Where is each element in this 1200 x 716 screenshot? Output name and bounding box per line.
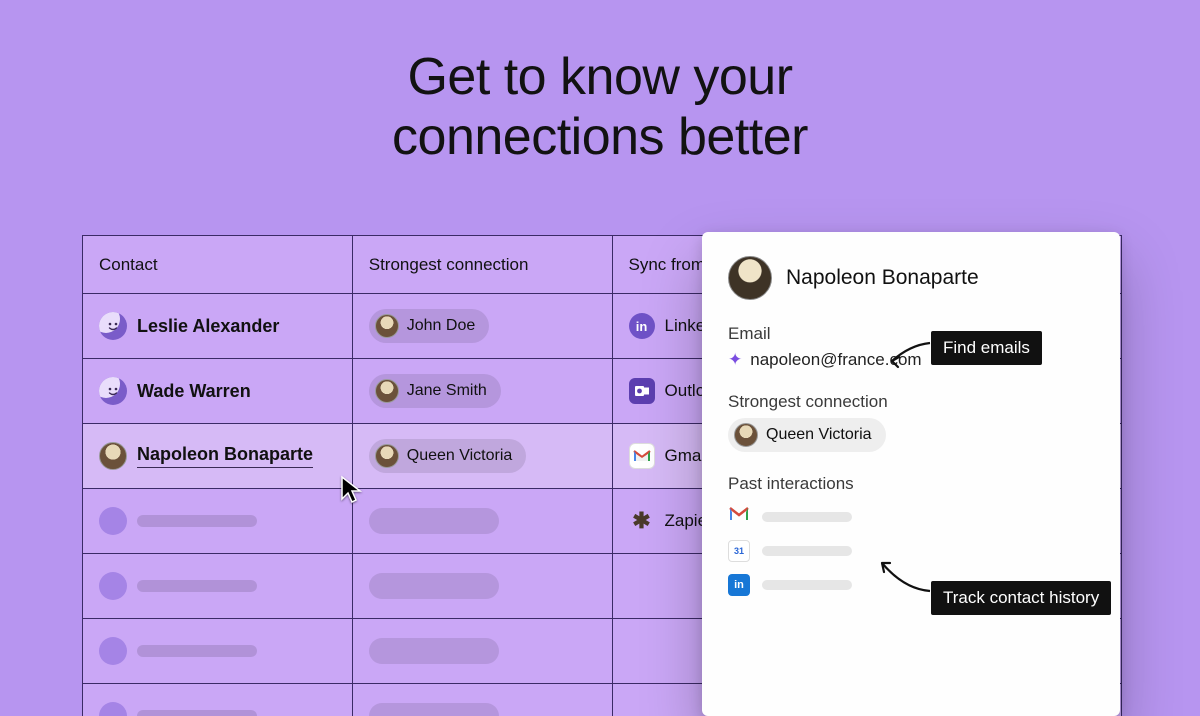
page-headline: Get to know your connections better (0, 0, 1200, 168)
col-header-contact: Contact (83, 236, 353, 293)
placeholder-text (762, 580, 852, 590)
smiley-avatar-icon (99, 377, 127, 405)
zapier-icon: ✱ (629, 508, 655, 534)
placeholder-text (762, 512, 852, 522)
contact-detail-panel: Napoleon Bonaparte Email ✦ napoleon@fran… (702, 232, 1120, 716)
person-avatar-icon (375, 444, 399, 468)
placeholder-text (137, 515, 257, 527)
gmail-icon (629, 443, 655, 469)
smiley-avatar-icon (99, 312, 127, 340)
placeholder-text (137, 710, 257, 716)
person-avatar-icon (375, 314, 399, 338)
connection-name: John Doe (407, 317, 476, 335)
placeholder-text (137, 580, 257, 592)
placeholder-avatar-icon (99, 637, 127, 665)
headline-line-2: connections better (392, 108, 808, 166)
panel-connection-chip[interactable]: Queen Victoria (728, 418, 886, 452)
google-calendar-icon: 31 (728, 540, 750, 562)
outlook-icon (629, 378, 655, 404)
sparkle-icon: ✦ (728, 350, 742, 370)
linkedin-icon: in (728, 574, 750, 596)
arrow-icon (882, 337, 932, 369)
contact-name: Napoleon Bonaparte (137, 444, 313, 468)
panel-connection-name: Queen Victoria (766, 426, 872, 444)
connection-chip[interactable]: Jane Smith (369, 374, 501, 408)
callout-find-emails: Find emails (931, 331, 1042, 365)
placeholder-chip (369, 638, 499, 664)
headline-line-1: Get to know your (407, 48, 792, 106)
connection-chip[interactable]: Queen Victoria (369, 439, 527, 473)
placeholder-text (762, 546, 852, 556)
panel-avatar-icon (728, 256, 772, 300)
connection-name: Jane Smith (407, 382, 487, 400)
past-interaction-item[interactable] (728, 506, 1094, 528)
contact-name: Leslie Alexander (137, 316, 279, 337)
person-avatar-icon (375, 379, 399, 403)
panel-contact-name: Napoleon Bonaparte (786, 266, 979, 290)
gmail-icon (728, 506, 750, 528)
callout-track-history: Track contact history (931, 581, 1111, 615)
connection-label: Strongest connection (728, 392, 1094, 412)
placeholder-avatar-icon (99, 572, 127, 600)
placeholder-chip (369, 573, 499, 599)
cursor-icon (340, 475, 366, 510)
past-interactions-label: Past interactions (728, 474, 1094, 494)
person-avatar-icon (734, 423, 758, 447)
placeholder-text (137, 645, 257, 657)
arrow-icon (874, 555, 932, 597)
placeholder-avatar-icon (99, 702, 127, 716)
connection-chip[interactable]: John Doe (369, 309, 490, 343)
col-header-connection: Strongest connection (353, 236, 613, 293)
linkedin-icon: in (629, 313, 655, 339)
placeholder-chip (369, 508, 499, 534)
contact-name: Wade Warren (137, 381, 251, 402)
placeholder-avatar-icon (99, 507, 127, 535)
placeholder-chip (369, 703, 499, 716)
person-avatar-icon (99, 442, 127, 470)
connection-name: Queen Victoria (407, 447, 513, 465)
